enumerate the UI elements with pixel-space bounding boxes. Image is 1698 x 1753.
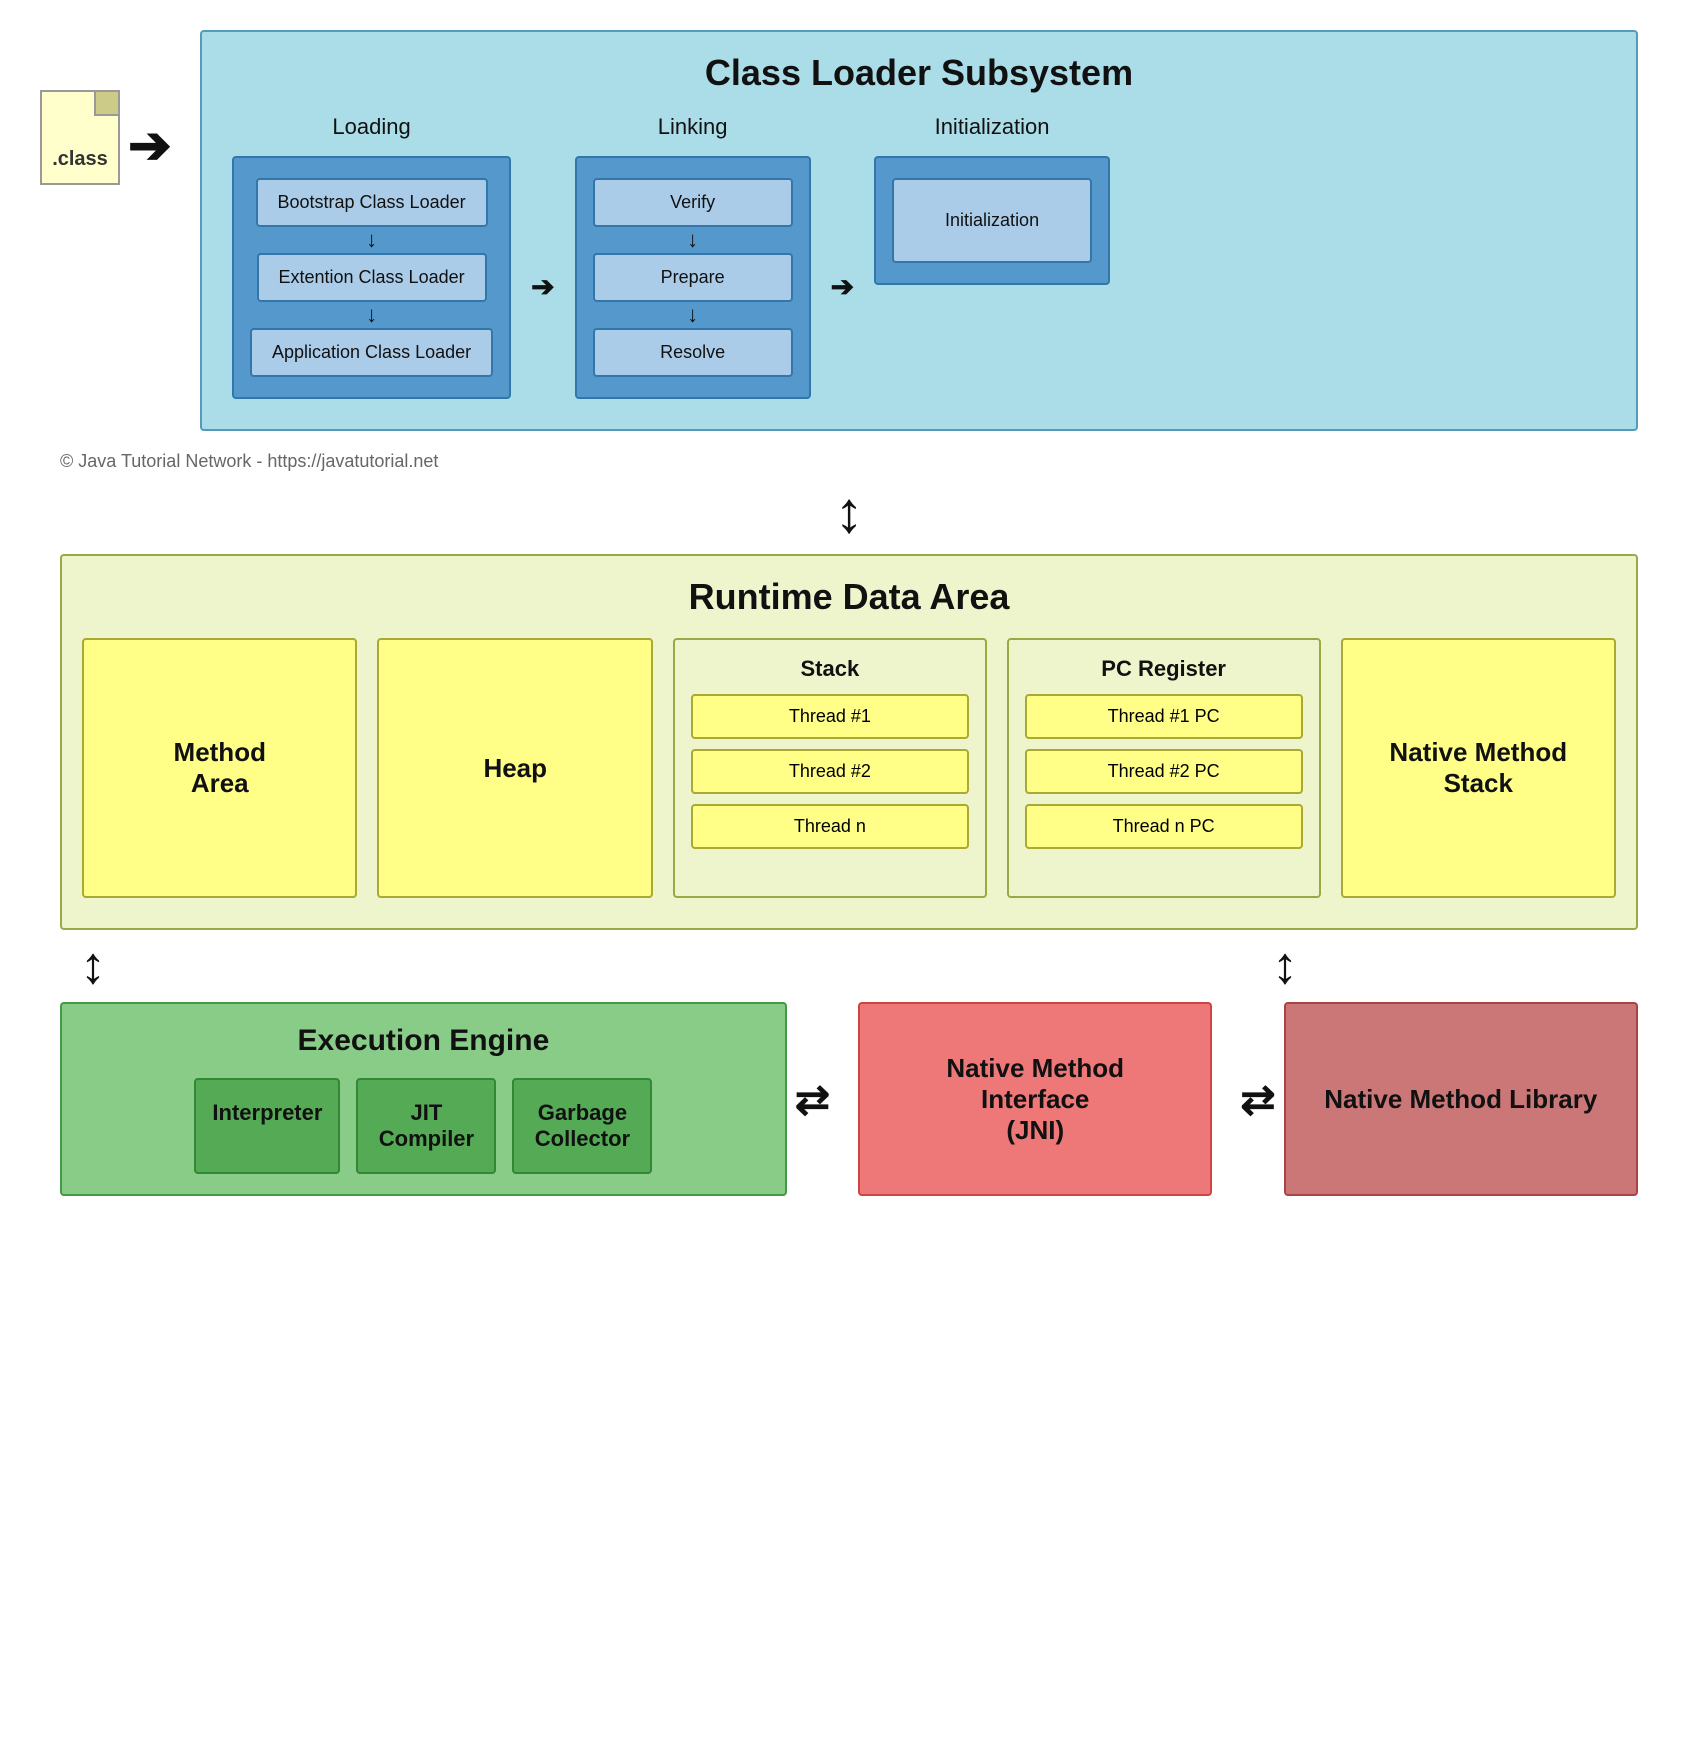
garbage-collector-box: GarbageCollector <box>512 1078 652 1174</box>
extension-class-loader: Extention Class Loader <box>257 253 487 302</box>
method-area-box: MethodArea <box>82 638 357 898</box>
dual-arrows-row: ↕ ↕ <box>60 940 1638 992</box>
class-loader-title: Class Loader Subsystem <box>232 52 1606 94</box>
class-file-icon: .class <box>40 90 120 185</box>
exec-to-nmi-arrow: ⇄ <box>787 1075 838 1124</box>
class-to-loader-arrow: ➔ <box>128 120 172 172</box>
nmi-label: Native MethodInterface(JNI) <box>946 1053 1124 1146</box>
stack-thread-n: Thread n <box>691 804 969 849</box>
jit-compiler-box: JITCompiler <box>356 1078 496 1174</box>
native-method-interface: Native MethodInterface(JNI) <box>858 1002 1212 1196</box>
linking-column: Linking Verify ↓ Prepare ↓ Resolve <box>575 114 811 399</box>
arrow-down-3: ↓ <box>687 229 698 251</box>
pc-register-label: PC Register <box>1101 656 1226 682</box>
verify-item: Verify <box>593 178 793 227</box>
bottom-row: Execution Engine Interpreter JITCompiler… <box>60 1002 1638 1196</box>
resolve-item: Resolve <box>593 328 793 377</box>
nmi-to-nml-arrow: ⇄ <box>1232 1075 1283 1124</box>
pc-register-box: PC Register Thread #1 PC Thread #2 PC Th… <box>1007 638 1321 898</box>
stack-thread-1: Thread #1 <box>691 694 969 739</box>
method-area-label: MethodArea <box>174 737 266 799</box>
application-class-loader: Application Class Loader <box>250 328 493 377</box>
class-loader-subsystem: Class Loader Subsystem Loading Bootstrap… <box>200 30 1638 431</box>
class-file: .class <box>40 90 120 185</box>
loader-to-runtime-arrow: ↕ <box>40 484 1658 542</box>
loading-to-linking-arrow: ➔ <box>531 270 554 303</box>
native-method-stack-box: Native MethodStack <box>1341 638 1616 898</box>
exec-engine-title: Execution Engine <box>82 1024 765 1058</box>
heap-box: Heap <box>377 638 652 898</box>
nml-label: Native Method Library <box>1324 1084 1597 1115</box>
loading-label: Loading <box>332 114 410 140</box>
runtime-title: Runtime Data Area <box>82 576 1616 618</box>
right-down-arrow: ↕ <box>1272 940 1298 992</box>
stack-box: Stack Thread #1 Thread #2 Thread n <box>673 638 987 898</box>
stack-thread-2: Thread #2 <box>691 749 969 794</box>
pc-thread-2: Thread #2 PC <box>1025 749 1303 794</box>
initialization-box-group: Initialization <box>874 156 1110 285</box>
arrow-down-2: ↓ <box>366 304 377 326</box>
initialization-item: Initialization <box>892 178 1092 263</box>
initialization-label: Initialization <box>935 114 1050 140</box>
prepare-item: Prepare <box>593 253 793 302</box>
left-down-arrow: ↕ <box>80 940 106 992</box>
heap-label: Heap <box>483 753 547 784</box>
linking-box-group: Verify ↓ Prepare ↓ Resolve <box>575 156 811 399</box>
initialization-column: Initialization Initialization <box>874 114 1110 285</box>
pc-thread-1: Thread #1 PC <box>1025 694 1303 739</box>
loading-column: Loading Bootstrap Class Loader ↓ Extenti… <box>232 114 511 399</box>
native-method-stack-label: Native MethodStack <box>1389 737 1567 799</box>
native-method-library: Native Method Library <box>1284 1002 1638 1196</box>
bootstrap-class-loader: Bootstrap Class Loader <box>256 178 488 227</box>
execution-engine: Execution Engine Interpreter JITCompiler… <box>60 1002 787 1196</box>
runtime-data-area: Runtime Data Area MethodArea Heap Stack … <box>60 554 1638 930</box>
stack-label: Stack <box>801 656 860 682</box>
linking-label: Linking <box>658 114 728 140</box>
class-file-label: .class <box>52 148 108 171</box>
arrow-down-1: ↓ <box>366 229 377 251</box>
interpreter-box: Interpreter <box>194 1078 340 1174</box>
copyright-text: © Java Tutorial Network - https://javatu… <box>60 451 1658 472</box>
arrow-down-4: ↓ <box>687 304 698 326</box>
loading-box-group: Bootstrap Class Loader ↓ Extention Class… <box>232 156 511 399</box>
linking-to-init-arrow: ➔ <box>831 270 854 303</box>
pc-thread-n: Thread n PC <box>1025 804 1303 849</box>
